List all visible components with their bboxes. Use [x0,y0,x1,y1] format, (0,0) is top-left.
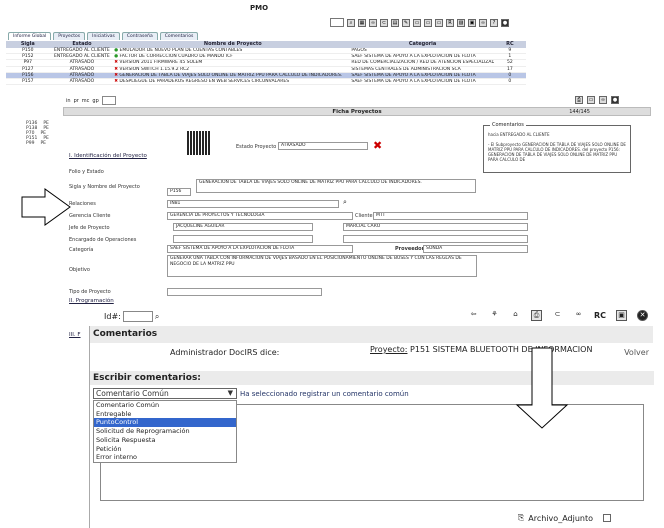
dropdown-option[interactable]: Entregable [94,410,236,419]
dropdown-option[interactable]: Solicitud de Reprogramación [94,427,236,436]
dropdown-option[interactable]: PuntoControl [94,418,236,428]
dropdown-option[interactable]: Error interno [94,453,236,462]
dropdown-option[interactable]: Comentario Común [94,401,236,410]
dropdown-option[interactable]: Solicita Respuesta [94,436,236,445]
dropdown-option[interactable]: Petición [94,445,236,454]
comment-type-options: Comentario Común Entregable PuntoControl So… [93,400,237,463]
down-arrow [515,347,569,429]
left-arrow [21,188,71,226]
